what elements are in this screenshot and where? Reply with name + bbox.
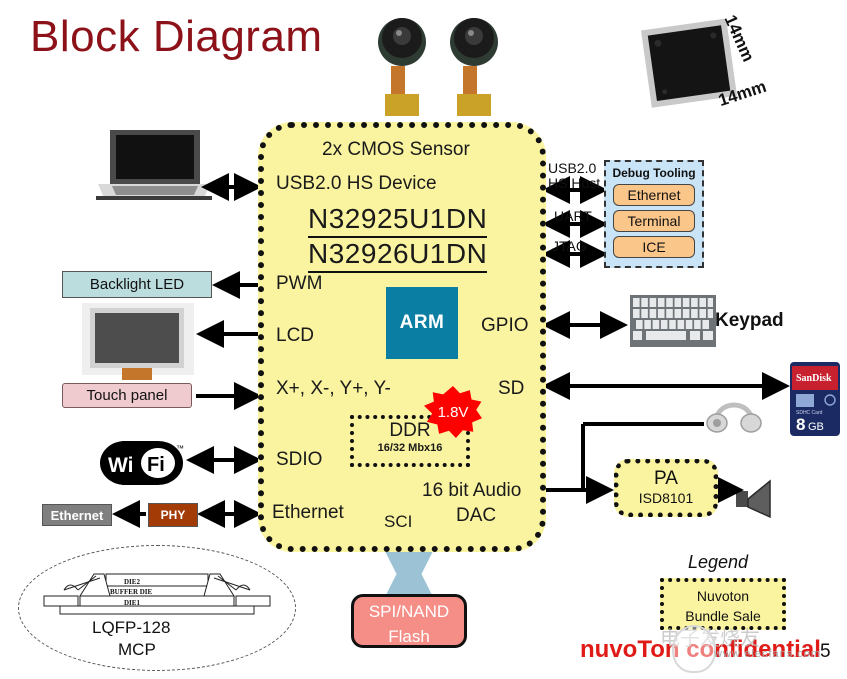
bus-label-jtag: JTAG	[552, 238, 587, 254]
touch-panel-box: Touch panel	[62, 383, 192, 408]
debug-item-terminal[interactable]: Terminal	[613, 210, 695, 232]
ddr-subtitle: 16/32 Mbx16	[377, 442, 443, 454]
mcp-cross-section-diagram: DIE2 BUFFER DIE DIE1	[43, 573, 271, 615]
soc-dac-label: DAC	[456, 505, 497, 526]
slide-canvas: Block Diagram 14mm 14mm Wi Fi ™ Keypad S…	[0, 0, 847, 679]
backlight-led-box: Backlight LED	[62, 271, 212, 298]
soc-pin-sd: SD	[498, 378, 525, 399]
soc-pin-touch: X+, X-, Y+, Y-	[276, 378, 391, 399]
phy-box: PHY	[148, 503, 198, 527]
watermark-logo	[672, 625, 716, 673]
svg-text:DIE2: DIE2	[124, 578, 140, 586]
watermark-url: www.elecfans.com	[714, 648, 822, 660]
bus-label-usb20: USB2.0	[548, 160, 597, 176]
soc-part-number-1: N32925U1DN	[308, 203, 488, 238]
flash-line2: Flash	[388, 627, 430, 646]
legend-title: Legend	[688, 552, 749, 572]
spi-nand-flash-box: SPI/NAND Flash	[351, 594, 467, 648]
arm-logo-text: ARM	[399, 312, 445, 333]
soc-audio-label: 16 bit Audio	[422, 480, 522, 501]
debug-item-ice[interactable]: ICE	[613, 236, 695, 258]
soc-cmos-sensor-label: 2x CMOS Sensor	[322, 139, 470, 160]
soc-pin-ethernet: Ethernet	[272, 502, 344, 523]
debug-item-ethernet[interactable]: Ethernet	[613, 184, 695, 206]
bus-label-uart: UART	[554, 208, 592, 224]
pa-title: PA	[654, 468, 678, 489]
soc-pin-pwm: PWM	[276, 273, 323, 294]
mcp-package-sub: MCP	[118, 640, 156, 659]
svg-text:DIE1: DIE1	[124, 599, 140, 607]
pa-box: PA ISD8101	[614, 459, 718, 517]
soc-part-number-2: N32926U1DN	[308, 238, 488, 273]
soc-pin-gpio: GPIO	[481, 315, 529, 336]
mcp-package-name: LQFP-128	[92, 618, 171, 637]
page-number: 5	[820, 641, 831, 662]
legend-line1: Nuvoton	[696, 588, 750, 604]
soc-pin-lcd: LCD	[276, 325, 315, 346]
flash-line1: SPI/NAND	[368, 602, 450, 621]
soc-sci-label: SCI	[384, 512, 413, 531]
soc-usb-device-label: USB2.0 HS Device	[276, 173, 437, 194]
debug-tooling-panel: Debug Tooling Ethernet Terminal ICE	[604, 160, 704, 268]
debug-tooling-title: Debug Tooling	[612, 166, 696, 180]
arm-logo: ARM	[386, 287, 458, 359]
ethernet-box: Ethernet	[42, 504, 112, 526]
svg-text:BUFFER DIE: BUFFER DIE	[110, 588, 153, 596]
pa-part-number: ISD8101	[638, 490, 694, 506]
soc-pin-sdio: SDIO	[276, 449, 323, 470]
bus-label-hs-host: HS Host	[548, 175, 601, 191]
